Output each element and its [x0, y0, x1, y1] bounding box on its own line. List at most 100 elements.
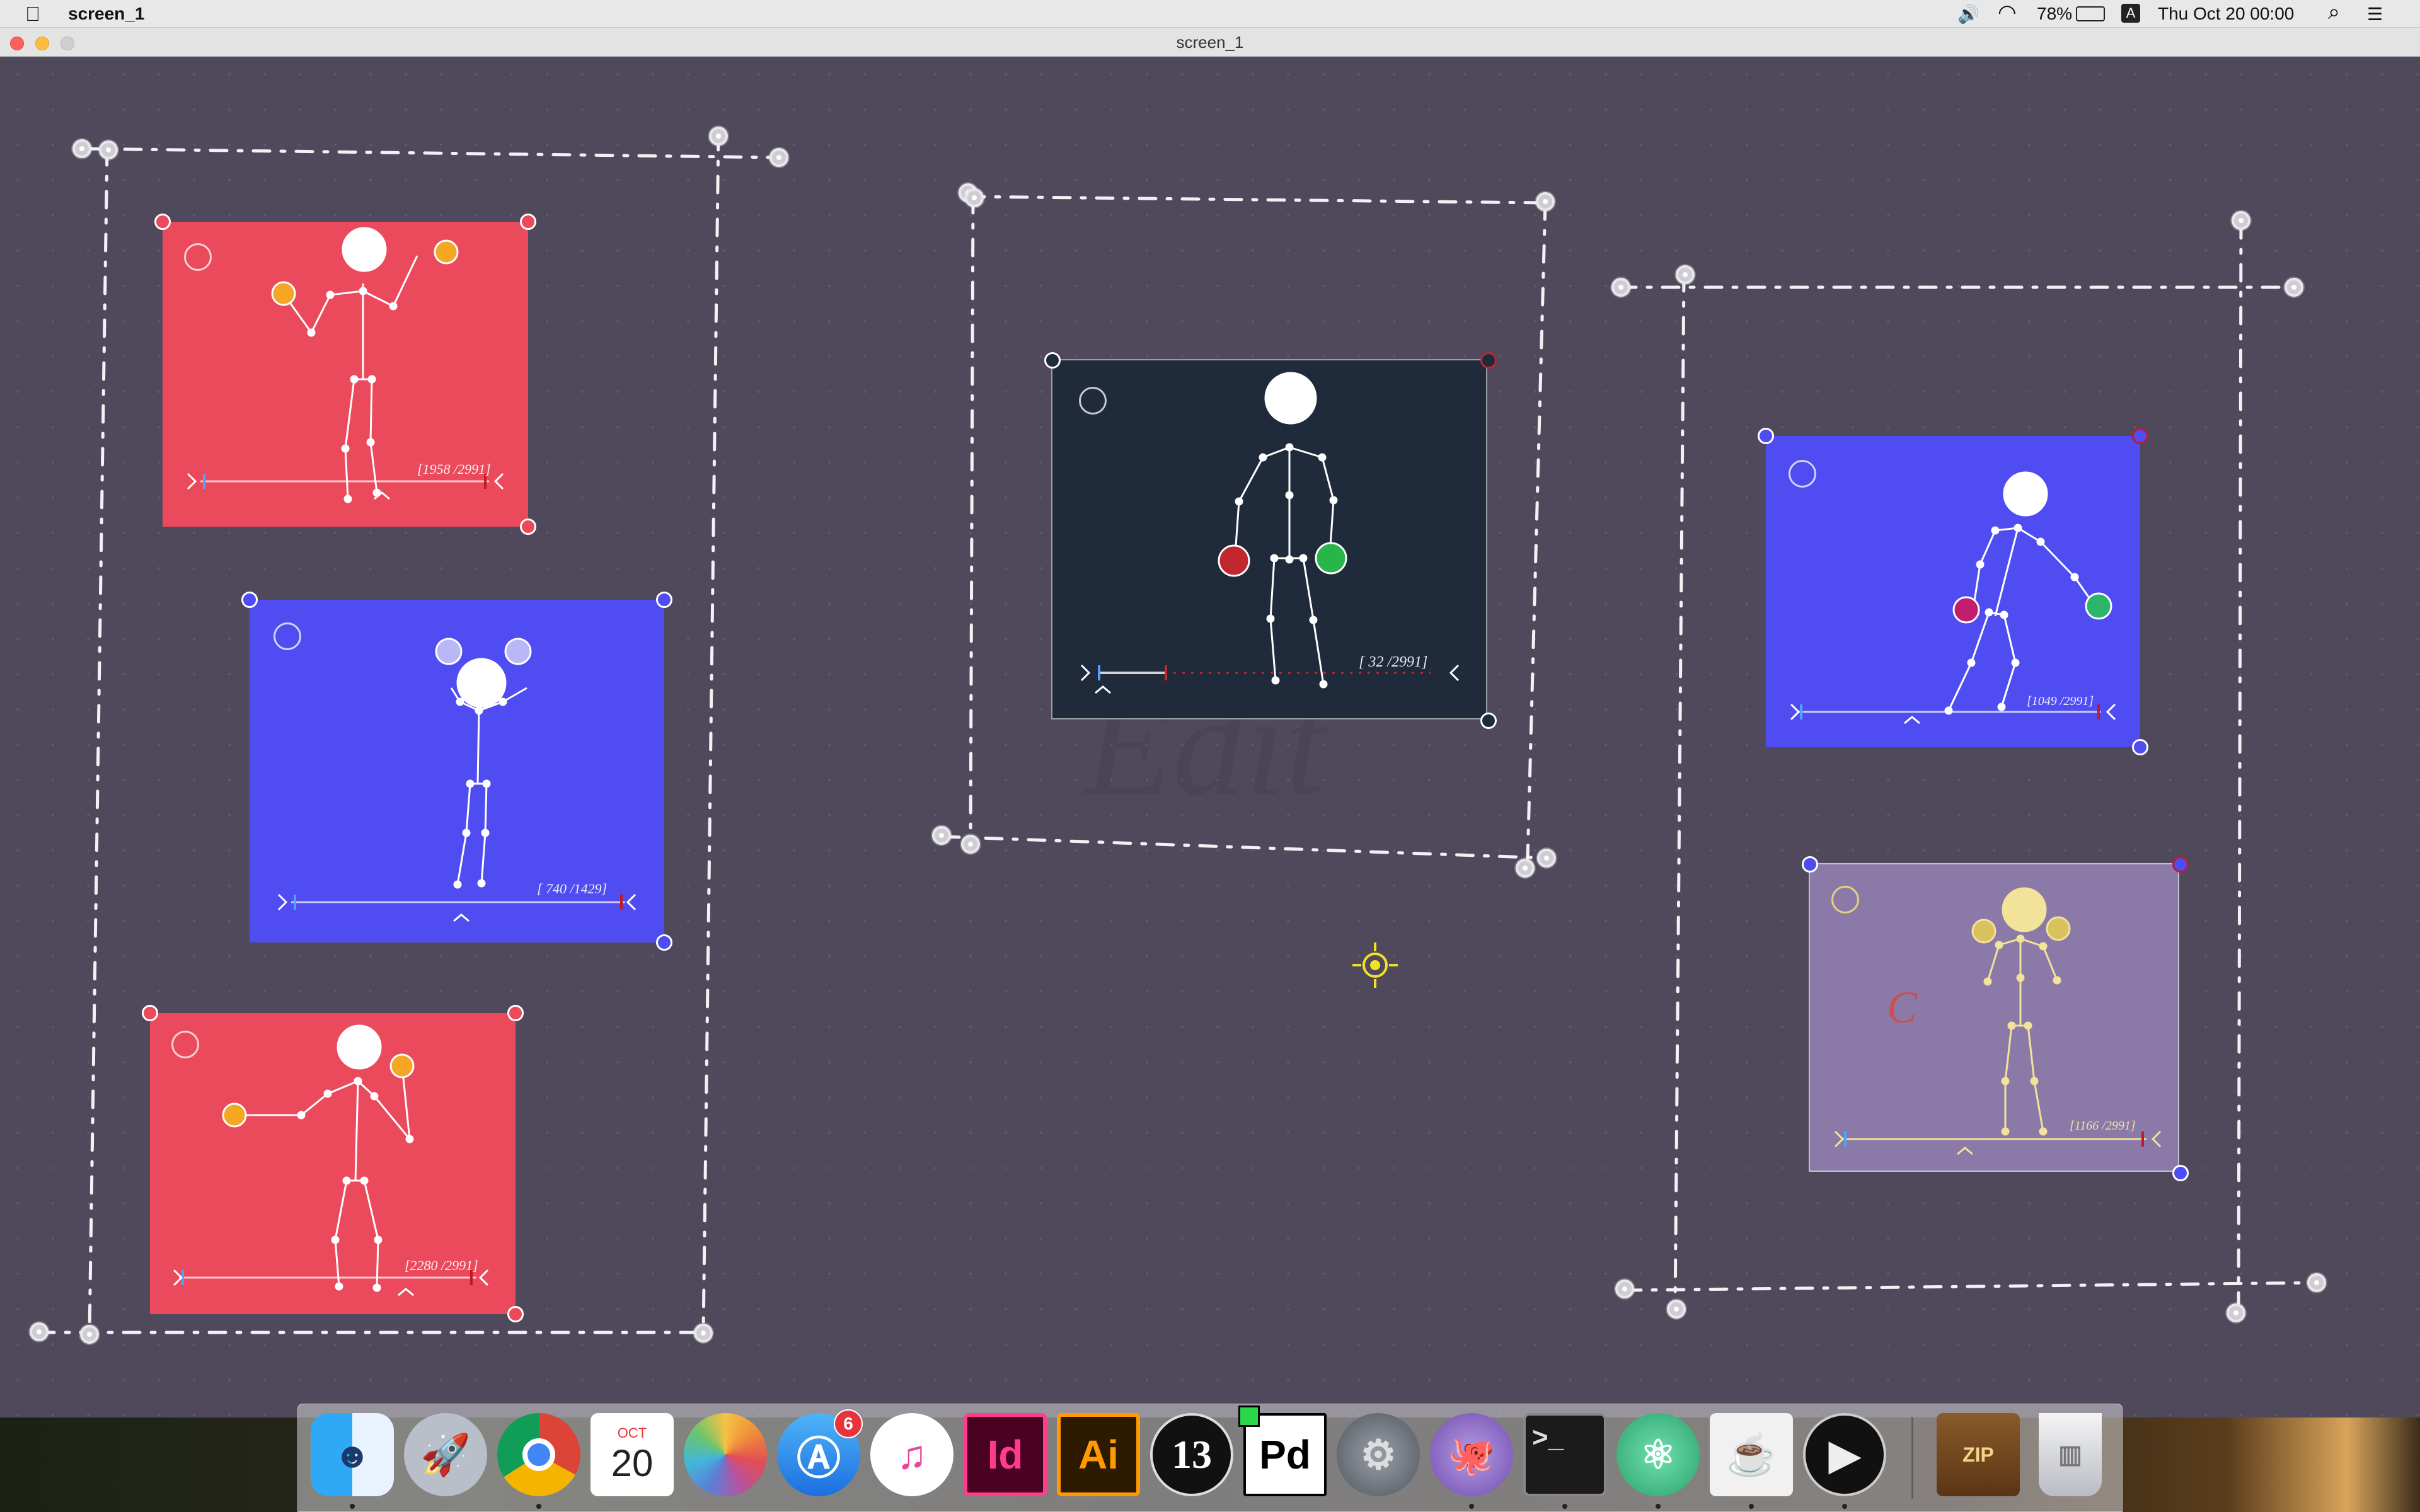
frame-3-handle[interactable]	[1611, 278, 1630, 297]
illustrator-icon[interactable]: Ai	[1057, 1413, 1140, 1496]
pose-card-blue-1[interactable]: [ 740 /1429]	[241, 592, 672, 951]
zoom-window-button[interactable]	[60, 37, 74, 50]
card-corner-handle[interactable]	[1802, 856, 1818, 873]
java-icon[interactable]: ☕	[1710, 1413, 1793, 1496]
frame-counter: [2280 /2991]	[405, 1257, 478, 1273]
menubar-clock[interactable]: Thu Oct 20 00:00	[2158, 4, 2294, 24]
battery-icon[interactable]	[2076, 6, 2105, 21]
frame-counter: [1166 /2991]	[2070, 1119, 2136, 1133]
close-window-button[interactable]	[10, 37, 24, 50]
card-corner-handle[interactable]	[154, 214, 171, 230]
card-corner-handle[interactable]	[142, 1005, 158, 1021]
running-indicator	[1562, 1504, 1567, 1509]
pose-card-blue-2[interactable]: [1049 /2991]	[1758, 428, 2148, 755]
menu-bar:  screen_1 🔊 ◠ 78% A Thu Oct 20 00:00 ⌕ …	[0, 0, 2420, 28]
pose-card-dark-1[interactable]: [ 32 /2991]	[1044, 352, 1497, 729]
window-title-bar[interactable]: screen_1	[0, 28, 2420, 57]
archive-utility-icon[interactable]: ZIP	[1937, 1413, 2020, 1496]
frame-1-handle[interactable]	[694, 1324, 713, 1343]
battery-percent[interactable]: 78%	[2037, 4, 2072, 24]
running-indicator	[1842, 1504, 1847, 1509]
atom-icon[interactable]: ⚛	[1616, 1413, 1700, 1496]
frame-counter: [ 740 /1429]	[537, 881, 608, 896]
frame-counter: [1049 /2991]	[2027, 694, 2094, 708]
frame-3-handle[interactable]	[2227, 1303, 2245, 1322]
notification-center-icon[interactable]: ☰	[2367, 4, 2383, 25]
finder-icon[interactable]: ☻	[311, 1413, 394, 1496]
card-corner-handle[interactable]	[656, 934, 672, 951]
running-indicator	[1469, 1504, 1474, 1509]
pose-card-purple-1[interactable]: C [1166 /2991]	[1802, 856, 2189, 1181]
github-desktop-icon[interactable]: 🐙	[1430, 1413, 1513, 1496]
card-corner-handle[interactable]	[520, 518, 536, 535]
chrome-icon[interactable]	[497, 1413, 580, 1496]
processing-icon[interactable]: 13	[1150, 1413, 1233, 1496]
frame-2-handle[interactable]	[1536, 192, 1555, 211]
frame-counter: [ 32 /2991]	[1359, 654, 1428, 670]
frame-counter: [1958 /2991]	[417, 461, 491, 477]
frame-3-handle[interactable]	[2232, 211, 2250, 230]
calendar-icon[interactable]: OCT 20	[591, 1413, 674, 1496]
minimize-window-button[interactable]	[35, 37, 49, 50]
running-indicator	[350, 1504, 355, 1509]
frame-3-handle[interactable]	[1676, 265, 1695, 284]
running-indicator	[1749, 1504, 1754, 1509]
window-title: screen_1	[1176, 33, 1244, 52]
pure-data-status-icon	[1238, 1406, 1260, 1427]
trash-icon[interactable]: ▥	[2039, 1413, 2102, 1496]
terminal-icon[interactable]: >_	[1523, 1413, 1606, 1496]
system-preferences-icon[interactable]: ⚙	[1337, 1413, 1420, 1496]
dock: ☻ 🚀 OCT 20 Ⓐ 6 ♫ Id Ai 13 Pd ⚙ 🐙 >_ ⚛ ☕ …	[297, 1404, 2123, 1512]
frame-1-handle[interactable]	[72, 139, 91, 158]
launchpad-icon[interactable]: 🚀	[404, 1413, 487, 1496]
card-corner-handle[interactable]	[507, 1306, 524, 1322]
sketch-canvas[interactable]: Edit [1958 /2991] [740 /1429] [2280 /29…	[0, 57, 2420, 1418]
frame-3-handle[interactable]	[2307, 1273, 2326, 1292]
calendar-month: OCT	[617, 1424, 647, 1441]
card-corner-handle[interactable]	[2172, 1165, 2189, 1181]
frame-2-handle[interactable]	[1537, 849, 1556, 868]
card-corner-handle[interactable]	[1480, 713, 1497, 729]
frame-1-handle[interactable]	[30, 1322, 49, 1341]
frame-2-handle[interactable]	[932, 826, 951, 845]
media-player-icon[interactable]: ▶	[1803, 1413, 1886, 1496]
pose-card-red-2[interactable]: [2280 /2991]	[142, 1005, 524, 1322]
card-corner-handle[interactable]	[1758, 428, 1774, 444]
frame-1-handle[interactable]	[80, 1325, 99, 1344]
frame-2-handle[interactable]	[1516, 859, 1535, 878]
card-corner-handle[interactable]	[656, 592, 672, 608]
card-corner-handle[interactable]	[520, 214, 536, 230]
frame-2-handle[interactable]	[961, 835, 980, 854]
frame-3-handle[interactable]	[1667, 1300, 1686, 1319]
calendar-day: 20	[611, 1441, 654, 1484]
stick-figure	[187, 227, 504, 503]
app-store-badge: 6	[834, 1409, 863, 1438]
card-corner-handle[interactable]	[2172, 856, 2189, 873]
wifi-icon[interactable]: ◠	[1998, 0, 2017, 25]
card-corner-handle[interactable]	[2132, 428, 2148, 444]
frame-1-handle[interactable]	[709, 127, 728, 146]
frame-3-handle[interactable]	[2285, 278, 2303, 297]
volume-icon[interactable]: 🔊	[1957, 4, 1979, 25]
frame-1-handle[interactable]	[769, 148, 788, 167]
photos-icon[interactable]	[684, 1413, 767, 1496]
input-source-icon[interactable]: A	[2121, 4, 2140, 23]
indesign-icon[interactable]: Id	[964, 1413, 1047, 1496]
card-corner-handle[interactable]	[1480, 352, 1497, 369]
frame-3-handle[interactable]	[1615, 1280, 1634, 1298]
frame-1-handle[interactable]	[99, 140, 118, 159]
app-store-icon[interactable]: Ⓐ 6	[777, 1409, 863, 1496]
card-corner-handle[interactable]	[507, 1005, 524, 1021]
card-corner-handle[interactable]	[2132, 739, 2148, 755]
crosshair-cursor-icon	[1352, 942, 1398, 988]
running-indicator	[536, 1504, 541, 1509]
apple-menu-icon[interactable]: 	[25, 3, 40, 26]
dock-separator	[1911, 1417, 1913, 1499]
card-corner-handle[interactable]	[1044, 352, 1061, 369]
spotlight-search-icon[interactable]: ⌕	[2328, 0, 2340, 25]
app-menu-name[interactable]: screen_1	[68, 4, 144, 24]
pose-card-red-1[interactable]: [1958 /2991]	[154, 214, 536, 535]
frame-2-handle[interactable]	[965, 188, 984, 207]
itunes-icon[interactable]: ♫	[870, 1413, 954, 1496]
card-corner-handle[interactable]	[241, 592, 258, 608]
